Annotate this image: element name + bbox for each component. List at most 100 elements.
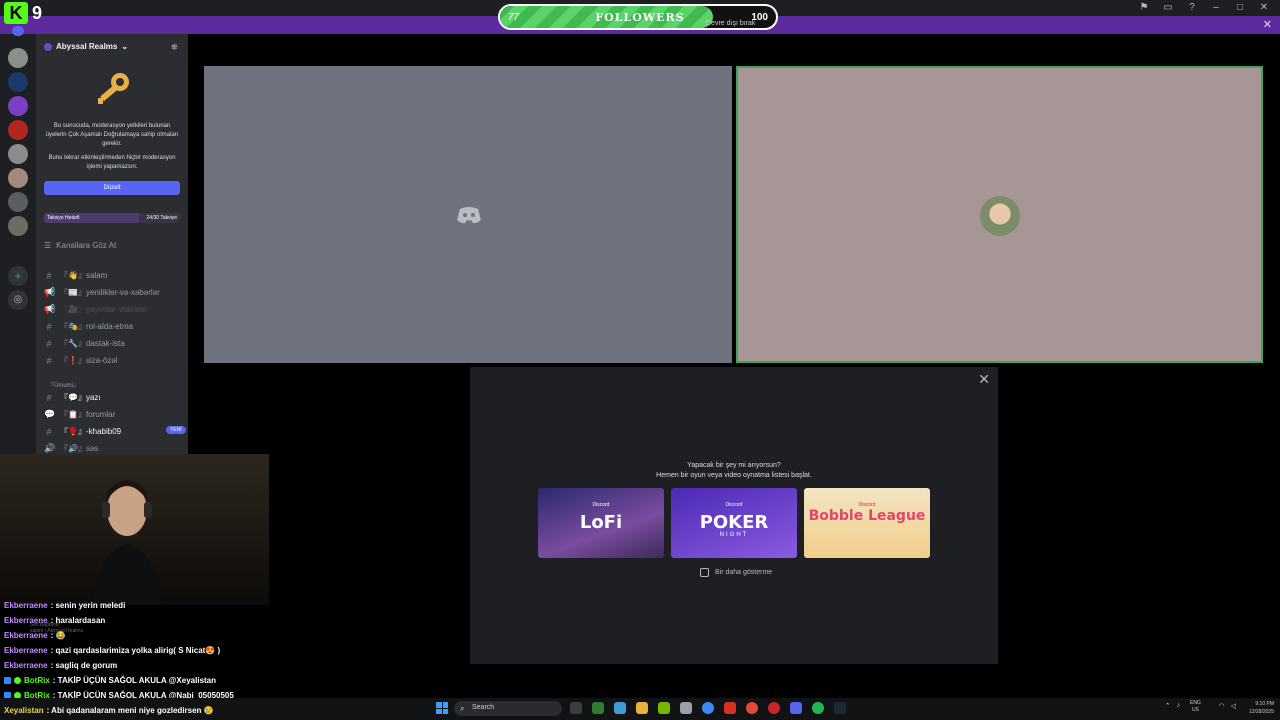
chat-user: Xeyalistan [4,706,44,715]
chevron-down-icon: ⌄ [121,42,129,51]
server-rail: + ◎ [0,26,36,454]
app-icon[interactable] [724,702,736,714]
pin-icon[interactable]: ⚑ [1138,2,1150,14]
video-tile-speaking[interactable] [736,66,1263,363]
help-icon[interactable]: ? [1186,2,1198,14]
chrome-icon[interactable] [702,702,714,714]
activity-card-poker[interactable]: Discord POKER NIGHT [671,488,797,558]
chevron-up-icon[interactable]: ⌃ [1165,702,1171,710]
explore-icon[interactable]: ◎ [8,290,28,310]
chat-user: Ekberraene [4,661,48,670]
server-icon[interactable] [8,96,28,116]
server-name: Abyssal Realms [56,42,118,51]
chat-text: : sagliq de gorum [50,661,118,670]
channel-item[interactable]: # 『👋』salam [44,270,107,281]
server-icon[interactable] [8,216,28,236]
chat-user: BotRix [24,676,50,685]
task-view-icon[interactable] [570,702,582,714]
app-icon[interactable] [614,702,626,714]
video-tile[interactable] [204,66,732,363]
wifi-icon[interactable]: ◠ [1219,702,1225,710]
activity-question: Yapacak bir şey mi arıyorsun? [687,462,781,469]
server-icon[interactable] [8,120,28,140]
channel-item[interactable]: # 『💬』yazı [44,392,100,403]
add-server-icon[interactable]: + [8,266,28,286]
chat-text: : 😂 [50,631,66,640]
browse-channels-label: Kanallara Göz At [56,241,117,250]
mfa-warning: Bunu tekrar etkinleştirmeden hiçbir mode… [48,155,176,170]
fix-mfa-button[interactable]: Düzelt [44,181,180,195]
bot-badge-icon [4,677,11,684]
channel-item[interactable]: # 『🥊』-khabib09 YENİ [44,426,186,437]
app-icon[interactable] [592,702,604,714]
clock[interactable]: 9:10 PM 12/28/2025 [1249,700,1274,716]
minimize-icon[interactable]: – [1210,2,1222,14]
dont-show-again[interactable]: Bir daha gösterme [700,568,772,577]
voice-channel-icon: 🔊 [44,443,56,453]
text-channel-icon: # [46,338,52,349]
chat-text: : qazi qardaslarimiza yolka alirig( S Ni… [50,646,221,655]
activity-card-lofi[interactable]: Discord LoFi [538,488,664,558]
kick-logo: K [4,2,28,24]
chat-message: Ekberraene : 😂 [4,631,65,640]
close-icon[interactable]: ✕ [978,371,990,388]
card-subtitle: NIGHT [719,532,749,538]
taskbar-search[interactable]: ⌕ Search [454,701,562,716]
mic-icon[interactable]: ♪ [1177,702,1181,710]
app-icon[interactable] [746,702,758,714]
announcement-icon: 📢 [44,287,56,297]
browse-channels[interactable]: ☰ Kanallara Göz At [44,241,116,250]
server-icon[interactable] [8,144,28,164]
spotify-icon[interactable] [812,702,824,714]
avatar [980,196,1020,236]
activity-card-bobble[interactable]: Discord Bobble League [804,488,930,558]
kick-viewer-badge: K 9 [4,2,42,24]
server-icon[interactable] [8,48,28,68]
discord-home-icon[interactable] [12,26,24,36]
app-icon[interactable] [680,702,692,714]
channel-item[interactable]: 📢 『📰』yenilikler-və-xəbərlər [44,287,160,298]
time: 9:10 PM [1255,701,1274,707]
checkbox[interactable] [700,568,709,577]
system-tray: ⌃ ♪ [1165,702,1180,710]
inbox-icon[interactable]: ▭ [1162,2,1174,14]
channel-category[interactable]: 『Ümumi』 [48,380,79,389]
discord-icon[interactable] [790,702,802,714]
channel-item[interactable]: # 『🎭』rol-alda-etma [44,321,133,332]
add-member-icon[interactable]: ⛯ [171,42,178,53]
server-icon[interactable] [8,72,28,92]
language-indicator[interactable]: ENG US [1190,700,1201,714]
server-name-header[interactable]: Abyssal Realms ⌄ [44,42,128,51]
app-icon[interactable] [768,702,780,714]
windows-start-icon[interactable] [436,702,448,714]
chat-text: : TAKİP ÜÇÜN SAĞOL AKULA @Xeyalistan [52,676,217,685]
card-title: POKER [699,512,769,533]
volume-icon[interactable]: ◁ [1231,702,1236,710]
chat-user: Ekberraene [4,631,48,640]
file-explorer-icon[interactable] [636,702,648,714]
text-channel-icon: # [46,392,52,403]
app-icon[interactable] [658,702,670,714]
banner-close-icon[interactable]: ✕ [1263,18,1272,31]
forum-icon: 💬 [44,409,56,419]
text-channel-icon: # [46,426,52,437]
channel-label: 『🎥』yayımlar-videolar [60,305,147,314]
date: 12/28/2025 [1248,709,1274,715]
chat-message: Ekberraene : senin yerin meledi [4,601,125,610]
viewer-count: 9 [32,2,43,23]
channel-item[interactable]: 💬 『📋』forumlar [44,409,115,420]
region-code: US [1191,707,1199,713]
followers-subtext[interactable]: Devre dışı bırak [706,20,755,27]
close-window-icon[interactable]: ✕ [1258,2,1270,14]
channel-item[interactable]: # 『🔧』dastak-ista [44,338,124,349]
channel-item[interactable]: # 『❗』siza-özəl [44,355,117,366]
server-icon[interactable] [8,168,28,188]
channel-item[interactable]: 📢 『🎥』yayımlar-videolar [44,304,147,315]
channel-item[interactable]: 🔊 『🔊』səs [44,443,98,454]
server-icon[interactable] [8,192,28,212]
boost-goal-bar[interactable]: Takviye Hedefi 24/30 Takviye [44,213,180,223]
network-volume[interactable]: ◠ ◁ [1219,702,1237,710]
steam-icon[interactable] [834,702,846,714]
chat-text: : senin yerin meledi [50,601,126,610]
maximize-icon[interactable]: □ [1234,2,1246,14]
